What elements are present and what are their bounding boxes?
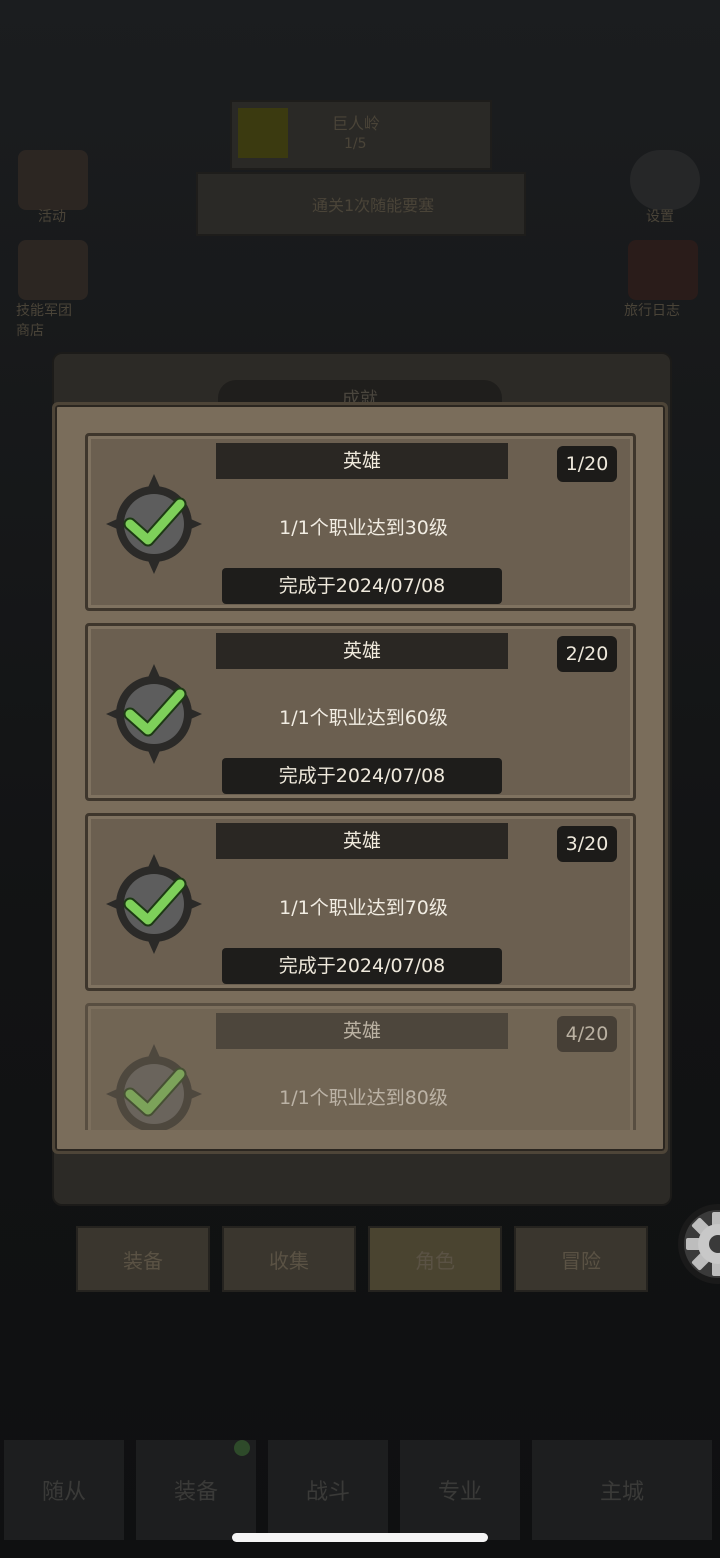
- achievement-completion-date: 完成于2024/07/08: [222, 948, 502, 984]
- tab-adventure: 冒险: [514, 1226, 648, 1292]
- achievement-card: 英雄 2/20 1/1个职业达到60级 完成于2024/07/08: [85, 623, 636, 801]
- achievement-tier-count: 3/20: [557, 826, 617, 862]
- achievement-title: 英雄: [216, 823, 508, 859]
- achievement-card: 英雄 4/20 1/1个职业达到80级: [85, 1003, 636, 1130]
- stage-progress: 1/5: [344, 136, 367, 152]
- achievement-tier-count: 1/20: [557, 446, 617, 482]
- achievement-card: 英雄 1/20 1/1个职业达到30级 完成于2024/07/08: [85, 433, 636, 611]
- achievement-description: 1/1个职业达到80级: [279, 1087, 448, 1109]
- achievement-description: 1/1个职业达到30级: [279, 517, 448, 539]
- nav-main-city: 主城: [532, 1440, 712, 1540]
- event-label: 活动: [38, 209, 66, 225]
- achievement-completion-date: 完成于2024/07/08: [222, 568, 502, 604]
- tab-character: 角色: [368, 1226, 502, 1292]
- journal-label: 旅行日志: [624, 303, 680, 319]
- gear-icon[interactable]: [672, 1198, 720, 1290]
- tab-equipment: 装备: [76, 1226, 210, 1292]
- stage-banner: 巨人岭 1/5: [230, 100, 492, 170]
- settings-icon: [630, 150, 700, 210]
- achievement-description: 1/1个职业达到70级: [279, 897, 448, 919]
- nav-profession: 专业: [400, 1440, 520, 1540]
- achievement-title: 英雄: [216, 443, 508, 479]
- tab-collection: 收集: [222, 1226, 356, 1292]
- stage-name: 巨人岭: [332, 114, 381, 133]
- achievement-title: 英雄: [216, 633, 508, 669]
- achievement-completion-date: 完成于2024/07/08: [222, 758, 502, 794]
- achievement-card: 英雄 3/20 1/1个职业达到70级 完成于2024/07/08: [85, 813, 636, 991]
- achievement-tier-count: 4/20: [557, 1016, 617, 1052]
- home-indicator[interactable]: [232, 1533, 488, 1542]
- achievement-title: 英雄: [216, 1013, 508, 1049]
- notification-dot: [234, 1440, 250, 1456]
- achievement-tier-count: 2/20: [557, 636, 617, 672]
- achievement-description: 1/1个职业达到60级: [279, 707, 448, 729]
- journal-icon: [628, 240, 698, 300]
- shop-label: 技能军团 商店: [16, 303, 72, 339]
- settings-label: 设置: [646, 209, 674, 225]
- achievement-list[interactable]: 英雄 1/20 1/1个职业达到30级 完成于2024/07/08 英雄 2/2…: [85, 433, 636, 1130]
- event-icon: [18, 150, 88, 210]
- nav-battle: 战斗: [268, 1440, 388, 1540]
- stage-icon: [238, 108, 288, 158]
- shop-icon: [18, 240, 88, 300]
- quest-text: 通关1次随能要塞: [312, 196, 435, 215]
- quest-banner: 通关1次随能要塞: [196, 172, 526, 236]
- nav-followers: 随从: [4, 1440, 124, 1540]
